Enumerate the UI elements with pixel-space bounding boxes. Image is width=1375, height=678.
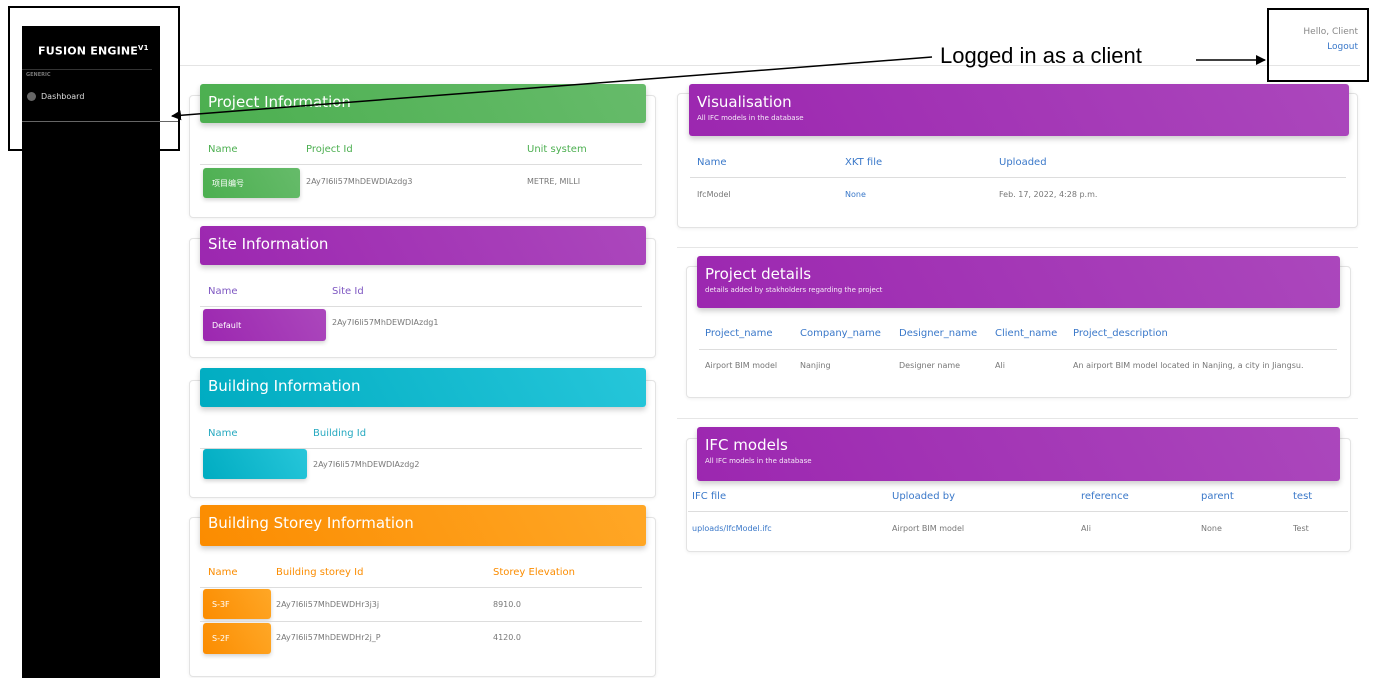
annotation-arrows: [171, 55, 1266, 121]
arrow-to-sidebar: [171, 56, 933, 121]
